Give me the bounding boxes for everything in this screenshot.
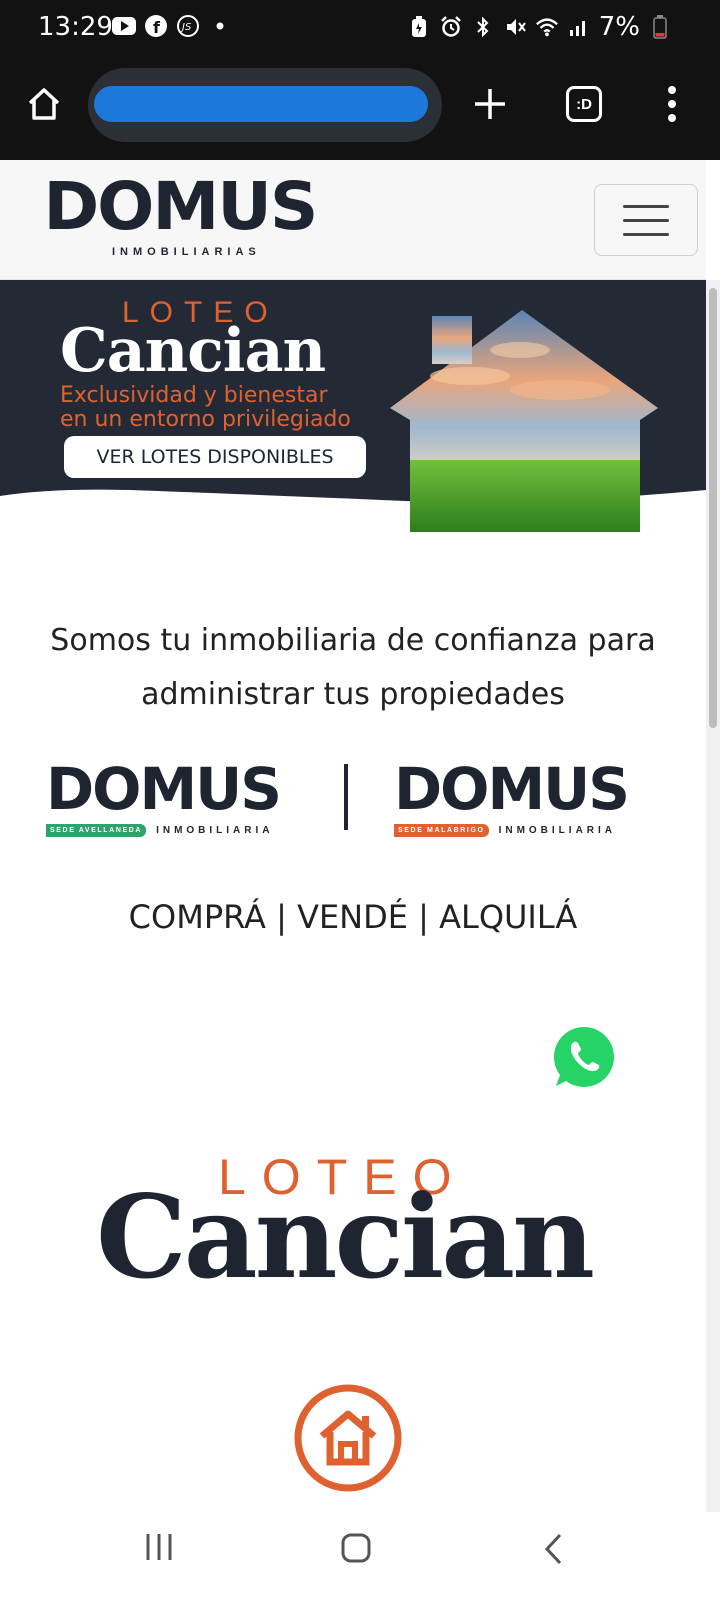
brand-malabrigo-logo[interactable]: DOMUS SEDE MALABRIGO INMOBILIARIA: [394, 755, 630, 837]
back-icon[interactable]: [542, 1532, 566, 1566]
address-bar[interactable]: [88, 68, 442, 142]
url-redaction: [94, 86, 428, 122]
hamburger-line: [623, 219, 669, 222]
page-scrollbar[interactable]: [706, 280, 720, 1512]
system-navigation-bar: [0, 1512, 720, 1600]
scrollbar-thumb[interactable]: [709, 288, 717, 728]
bluetooth-icon: [471, 15, 495, 39]
dot-icon: [208, 14, 232, 38]
status-time: 13:29: [38, 12, 113, 42]
brand-malabrigo-tag: SEDE MALABRIGO: [394, 824, 489, 837]
view-lots-button[interactable]: VER LOTES DISPONIBLES: [64, 436, 366, 478]
hero-title: Cancian: [60, 316, 326, 386]
branches-logos: DOMUS SEDE AVELLANEDA INMOBILIARIA DOMUS…: [0, 760, 706, 840]
hamburger-line: [623, 205, 669, 208]
alarm-icon: [439, 15, 463, 39]
menu-toggle-button[interactable]: [594, 184, 698, 256]
js-icon: JS: [176, 14, 200, 38]
brand-subtitle: INMOBILIARIAS: [112, 246, 261, 258]
whatsapp-icon[interactable]: [552, 1024, 618, 1090]
svg-text:JS: JS: [180, 22, 192, 33]
battery-percent: 7%: [598, 12, 640, 42]
battery-saver-icon: [407, 15, 431, 39]
brand-name: DOMUS: [43, 168, 318, 245]
facebook-icon: f: [144, 14, 168, 38]
new-tab-icon[interactable]: [470, 84, 510, 124]
slogan-line2: administrar tus propiedades: [141, 677, 565, 712]
brands-divider: [344, 764, 348, 830]
brand-avellaneda-name: DOMUS: [46, 755, 282, 823]
slogan-line1: Somos tu inmobiliaria de confianza para: [50, 623, 656, 658]
hamburger-line: [623, 233, 669, 236]
home-icon[interactable]: [24, 84, 64, 124]
house-circle-icon: [292, 1382, 404, 1494]
mute-icon: [503, 15, 527, 39]
site-navbar: DOMUS INMOBILIARIAS: [0, 160, 706, 280]
browser-toolbar: :D: [0, 56, 720, 160]
brand-avellaneda-sub: INMOBILIARIA: [156, 825, 274, 836]
wifi-icon: [535, 15, 559, 39]
battery-icon: [648, 15, 672, 39]
brand-logo[interactable]: DOMUS INMOBILIARIAS: [43, 168, 318, 259]
brand-avellaneda-tag: SEDE AVELLANEDA: [46, 824, 147, 837]
tab-switcher-button[interactable]: :D: [566, 86, 602, 122]
brand-malabrigo-name: DOMUS: [394, 755, 630, 823]
more-options-icon[interactable]: [662, 82, 682, 126]
brand-malabrigo-sub: INMOBILIARIA: [498, 825, 617, 836]
hero-tagline-line2: en un entorno privilegiado: [60, 407, 351, 432]
status-bar: 13:29 f JS 7%: [0, 0, 720, 56]
hero-tagline: Exclusividad y bienestar en un entorno p…: [60, 384, 351, 432]
hero-tagline-line1: Exclusividad y bienestar: [60, 383, 328, 408]
svg-text:f: f: [153, 18, 161, 37]
cancian-title-large: Cancian: [96, 1170, 595, 1304]
home-nav-icon[interactable]: [340, 1532, 372, 1564]
brand-avellaneda-logo[interactable]: DOMUS SEDE AVELLANEDA INMOBILIARIA: [46, 755, 282, 837]
recent-apps-icon[interactable]: [144, 1532, 174, 1562]
actions-text: COMPRÁ | VENDÉ | ALQUILÁ: [128, 898, 578, 936]
slogan-text: Somos tu inmobiliaria de confianza para …: [0, 614, 706, 722]
signal-icon: [567, 15, 591, 39]
hero-banner: LOTEO Cancian Exclusividad y bienestar e…: [0, 280, 706, 540]
web-page: DOMUS INMOBILIARIAS LOTEO Cancian Exclus…: [0, 160, 720, 1512]
youtube-icon: [112, 14, 136, 38]
